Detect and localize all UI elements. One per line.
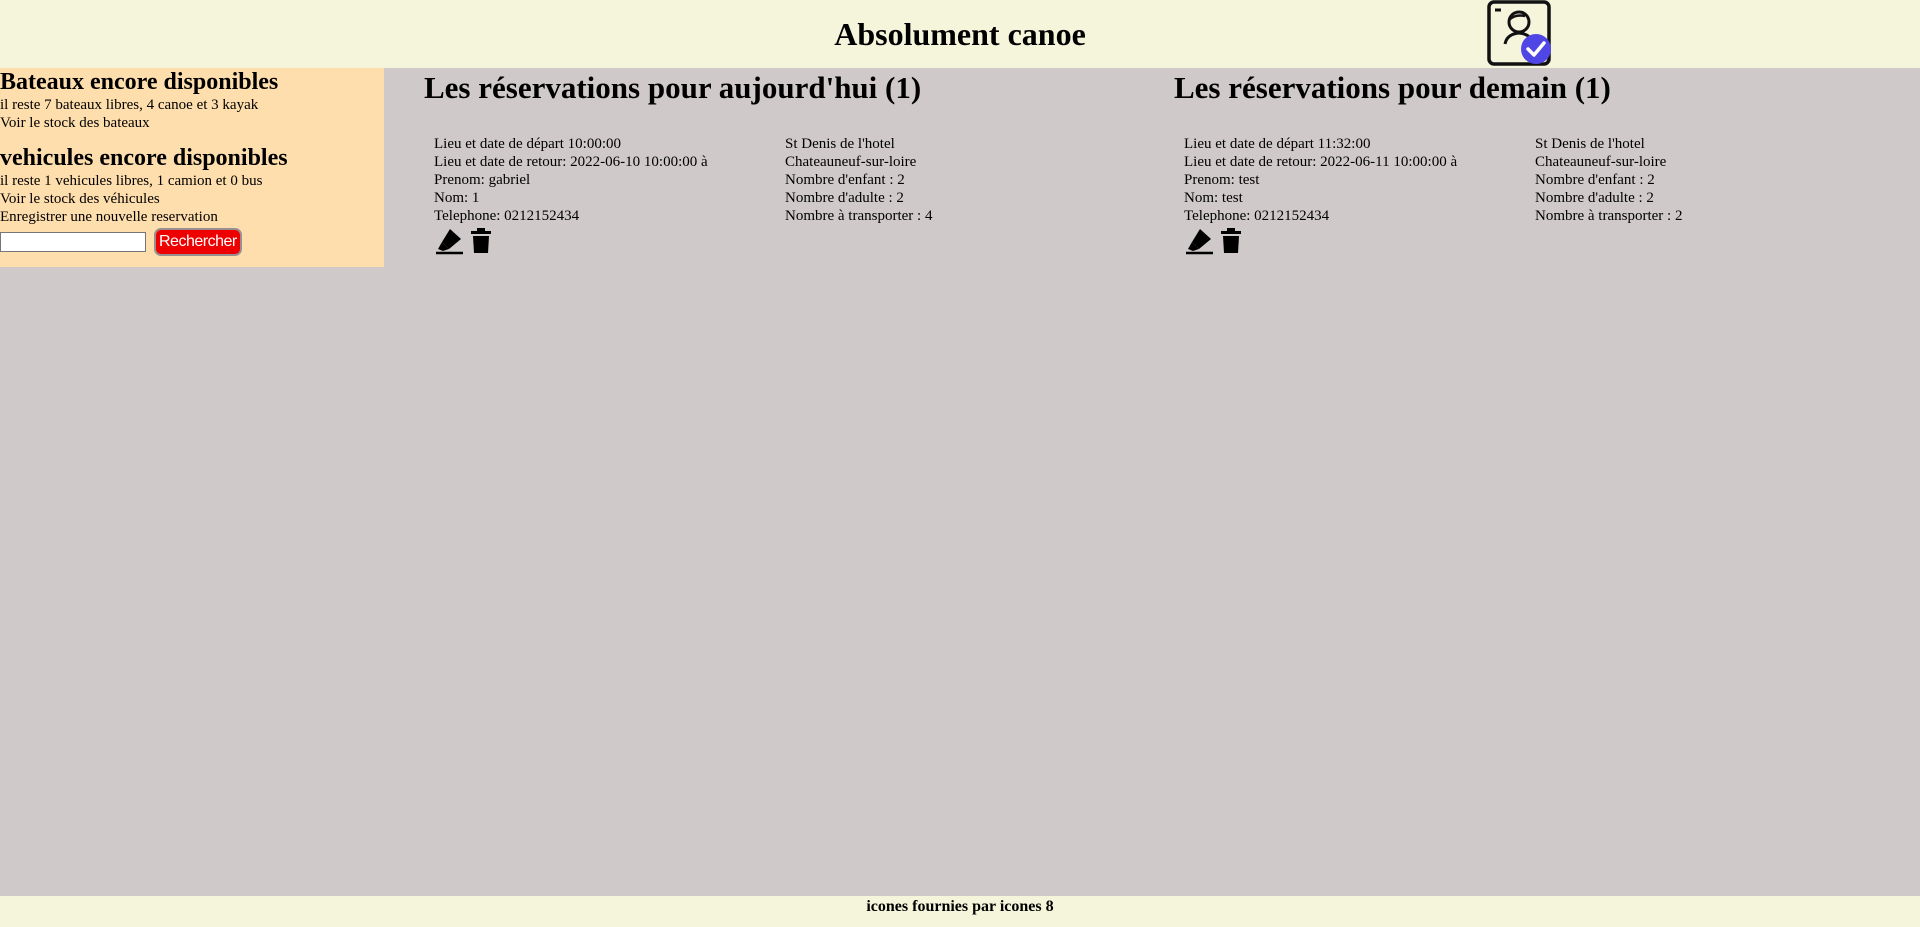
reservation-details: Lieu et date de départ 11:32:00 Lieu et … <box>1184 135 1534 225</box>
departure-place: St Denis de l'hotel <box>785 136 895 152</box>
boats-summary: il reste 7 bateaux libres, 4 canoe et 3 … <box>0 97 259 113</box>
vehicles-heading: vehicules encore disponibles <box>0 145 288 171</box>
transport-count: Nombre à transporter : 2 <box>1535 208 1683 224</box>
trash-icon[interactable] <box>1220 228 1242 254</box>
transport-count: Nombre à transporter : 4 <box>785 208 933 224</box>
return-info: Lieu et date de retour: 2022-06-10 10:00… <box>434 154 708 170</box>
return-place: Chateauneuf-sur-loire <box>1535 154 1667 170</box>
departure-info: Lieu et date de départ 10:00:00 <box>434 136 622 152</box>
departure-place: St Denis de l'hotel <box>1535 136 1645 152</box>
first-name: Prenom: gabriel <box>434 172 531 188</box>
trash-icon[interactable] <box>470 228 492 254</box>
boats-stock-link[interactable]: Voir le stock des bateaux <box>0 114 384 132</box>
last-name: Nom: test <box>1184 190 1243 206</box>
children-count: Nombre d'enfant : 2 <box>785 172 905 188</box>
reservation-actions <box>1184 227 1242 255</box>
children-count: Nombre d'enfant : 2 <box>1535 172 1655 188</box>
return-info: Lieu et date de retour: 2022-06-11 10:00… <box>1184 154 1458 170</box>
tomorrow-heading: Les réservations pour demain (1) <box>1174 70 1611 105</box>
boats-heading: Bateaux encore disponibles <box>0 69 279 95</box>
reservation-places: St Denis de l'hotel Chateauneuf-sur-loir… <box>1535 135 1682 225</box>
reservation-places: St Denis de l'hotel Chateauneuf-sur-loir… <box>785 135 932 225</box>
today-reservations: Les réservations pour aujourd'hui (1) Li… <box>424 68 1164 255</box>
vehicles-stock-link[interactable]: Voir le stock des véhicules <box>0 190 384 208</box>
sidebar: Bateaux encore disponibles il reste 7 ba… <box>0 68 384 267</box>
user-profile-check-icon[interactable] <box>1485 0 1553 66</box>
tomorrow-reservations: Les réservations pour demain (1) Lieu et… <box>1174 68 1914 255</box>
footer: icones fournies par icones 8 <box>0 896 1920 927</box>
new-reservation-link[interactable]: Enregistrer une nouvelle reservation <box>0 208 384 226</box>
return-place: Chateauneuf-sur-loire <box>785 154 917 170</box>
search-input[interactable] <box>0 232 146 252</box>
today-heading: Les réservations pour aujourd'hui (1) <box>424 70 922 105</box>
phone: Telephone: 0212152434 <box>434 208 580 224</box>
reservation-details: Lieu et date de départ 10:00:00 Lieu et … <box>434 135 784 225</box>
edit-icon[interactable] <box>1184 227 1214 255</box>
edit-icon[interactable] <box>434 227 464 255</box>
adults-count: Nombre d'adulte : 2 <box>785 190 904 206</box>
footer-credit: icones fournies par icones 8 <box>866 898 1054 915</box>
page-title: Absolument canoe <box>834 16 1086 52</box>
phone: Telephone: 0212152434 <box>1184 208 1330 224</box>
last-name: Nom: 1 <box>434 190 480 206</box>
adults-count: Nombre d'adulte : 2 <box>1535 190 1654 206</box>
departure-info: Lieu et date de départ 11:32:00 <box>1184 136 1371 152</box>
header: Absolument canoe <box>0 0 1920 68</box>
search-row: Rechercher <box>0 228 384 256</box>
reservation-actions <box>434 227 492 255</box>
search-button[interactable]: Rechercher <box>154 228 242 256</box>
first-name: Prenom: test <box>1184 172 1260 188</box>
vehicles-summary: il reste 1 vehicules libres, 1 camion et… <box>0 173 263 189</box>
